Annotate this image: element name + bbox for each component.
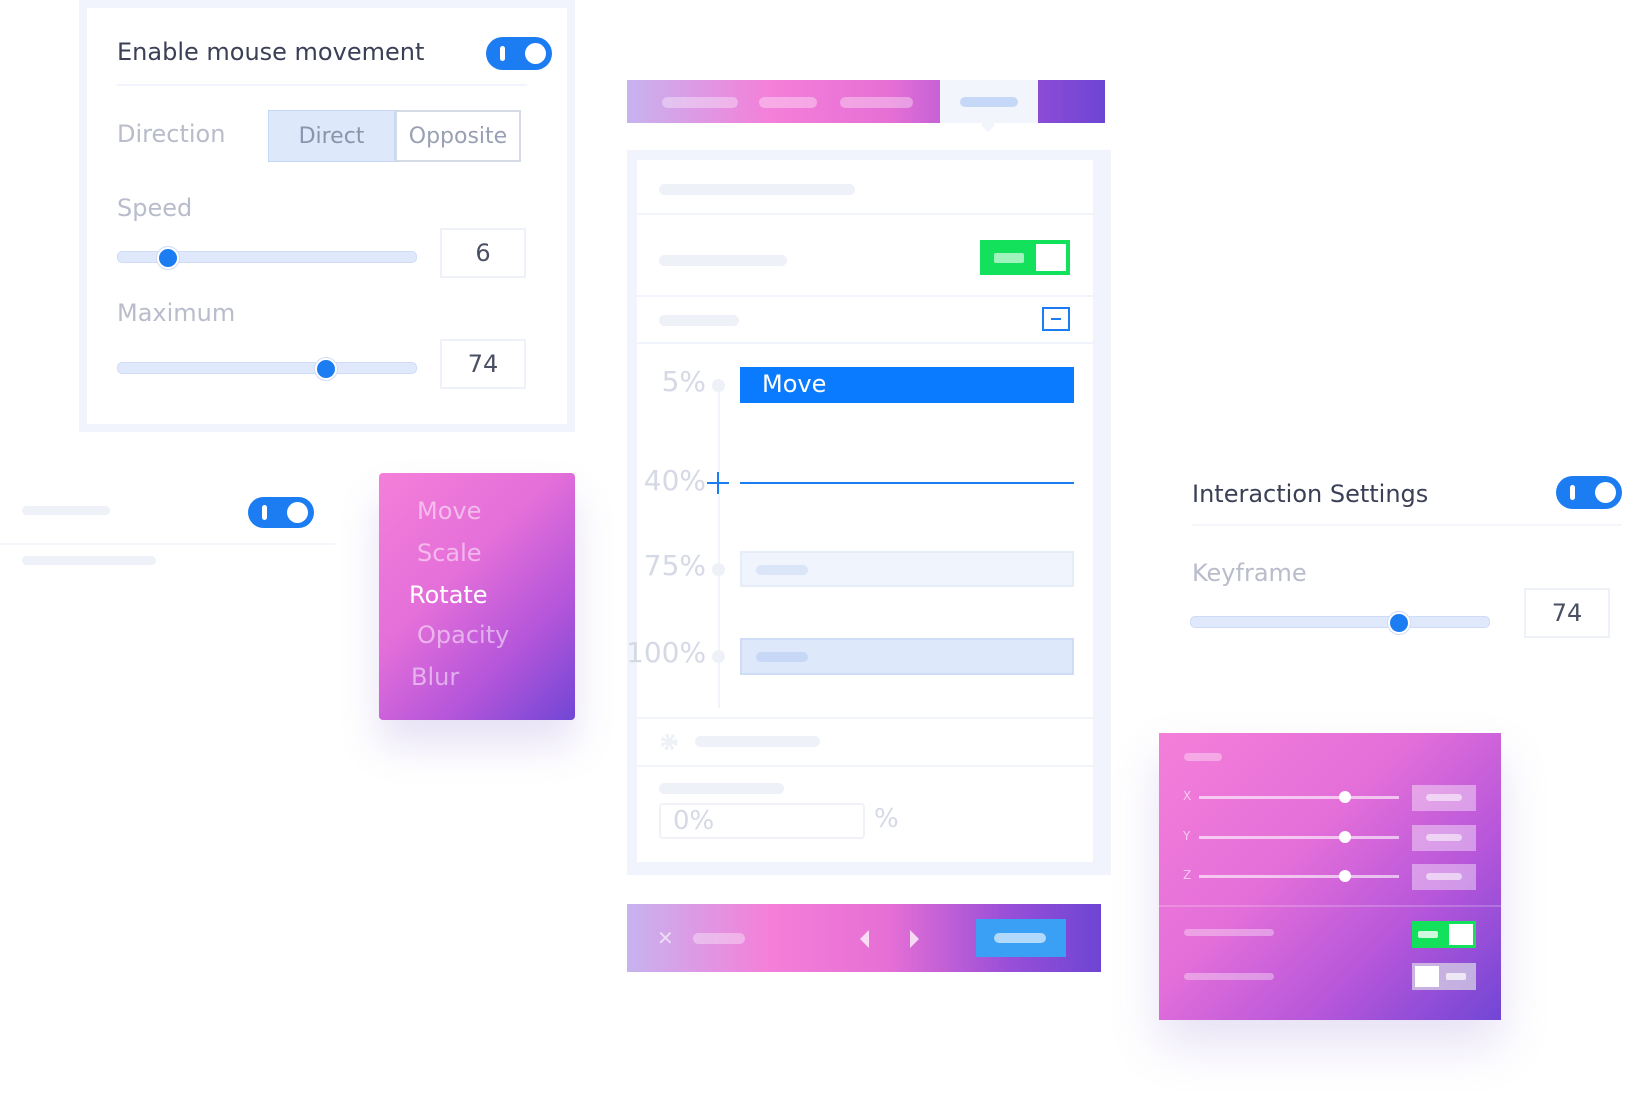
- menu-item-blur[interactable]: Blur: [411, 663, 459, 691]
- toolbar-placeholder: [693, 933, 745, 944]
- minus-square-icon[interactable]: [1042, 307, 1070, 331]
- speed-value-field[interactable]: 6: [440, 228, 526, 278]
- placeholder-line: [695, 736, 820, 747]
- gear-icon[interactable]: [659, 732, 679, 752]
- keyframe-percent: 75%: [643, 549, 706, 582]
- z-slider-handle[interactable]: [1339, 870, 1351, 882]
- close-icon[interactable]: ✕: [657, 926, 674, 950]
- keyframe-dot[interactable]: [712, 650, 725, 663]
- direction-direct-button[interactable]: Direct: [268, 110, 395, 162]
- keyframe-percent: 100%: [626, 636, 707, 669]
- top-tab-bar: [627, 80, 1105, 133]
- placeholder-line: [22, 556, 156, 565]
- placeholder-line: [659, 783, 784, 794]
- placeholder-line: [22, 506, 110, 515]
- direction-opposite-button[interactable]: Opposite: [395, 110, 521, 162]
- x-slider-track[interactable]: [1199, 796, 1399, 799]
- interaction-settings-title: Interaction Settings: [1192, 480, 1429, 508]
- x-slider-handle[interactable]: [1339, 791, 1351, 803]
- axis-label-y: Y: [1183, 829, 1191, 843]
- maximum-label: Maximum: [117, 299, 236, 327]
- mouse-movement-panel: Enable mouse movement Direction Direct O…: [79, 0, 575, 432]
- bottom-toolbar: ✕: [627, 904, 1101, 972]
- divider: [117, 84, 527, 86]
- placeholder-line: [659, 184, 855, 195]
- tab-placeholder[interactable]: [662, 97, 738, 108]
- x-value-field[interactable]: [1412, 785, 1476, 811]
- placeholder-line: [659, 315, 739, 326]
- keyframe-insert-line: [740, 482, 1074, 484]
- transform-panel: X Y Z: [1159, 733, 1501, 1020]
- percent-input[interactable]: 0%: [659, 803, 865, 839]
- placeholder-line: [1184, 929, 1274, 936]
- menu-item-opacity[interactable]: Opacity: [417, 621, 509, 649]
- speed-slider-handle[interactable]: [156, 247, 179, 269]
- keyframe-dot[interactable]: [712, 379, 725, 392]
- keyframe-move-label: Move: [762, 370, 827, 398]
- maximum-value-field[interactable]: 74: [440, 339, 526, 389]
- side-toggle[interactable]: [248, 497, 314, 528]
- axis-label-z: Z: [1183, 868, 1192, 882]
- interaction-settings-toggle[interactable]: [1556, 476, 1622, 509]
- axis-label-x: X: [1183, 789, 1192, 803]
- keyframe-percent: 5%: [661, 365, 706, 398]
- keyframe-percent: 40%: [643, 464, 706, 497]
- mouse-movement-toggle[interactable]: [486, 37, 552, 70]
- y-value-field[interactable]: [1412, 825, 1476, 851]
- chevron-right-icon[interactable]: [910, 930, 919, 948]
- maximum-slider-track[interactable]: [117, 362, 417, 374]
- keyframe-bar[interactable]: [740, 551, 1074, 587]
- menu-item-scale[interactable]: Scale: [417, 539, 482, 567]
- menu-item-move[interactable]: Move: [417, 497, 481, 525]
- divider: [1159, 905, 1501, 907]
- mouse-movement-title: Enable mouse movement: [117, 38, 425, 66]
- green-toggle[interactable]: [980, 240, 1070, 275]
- chevron-left-icon[interactable]: [860, 930, 869, 948]
- keyframe-dot[interactable]: [712, 563, 725, 576]
- z-value-field[interactable]: [1412, 864, 1476, 890]
- speed-label: Speed: [117, 194, 193, 222]
- toolbar-action-button[interactable]: [976, 919, 1066, 957]
- divider: [1192, 524, 1622, 526]
- keyframe-slider-handle[interactable]: [1387, 612, 1410, 634]
- active-tab[interactable]: [940, 80, 1038, 133]
- keyframe-move-bar[interactable]: Move: [740, 367, 1074, 403]
- keyframe-value-field[interactable]: 74: [1524, 588, 1610, 638]
- tab-placeholder[interactable]: [759, 97, 817, 108]
- xyz-green-toggle[interactable]: [1412, 921, 1476, 948]
- keyframe-slider-track[interactable]: [1190, 616, 1490, 628]
- z-slider-track[interactable]: [1199, 875, 1399, 878]
- y-slider-handle[interactable]: [1339, 831, 1351, 843]
- keyframe-bar[interactable]: [740, 638, 1074, 675]
- keyframes-panel: 5% Move 40% 75% 100% 0% %: [626, 150, 1111, 875]
- keyframe-label: Keyframe: [1192, 559, 1307, 587]
- tab-placeholder[interactable]: [840, 97, 913, 108]
- xyz-grey-toggle[interactable]: [1412, 963, 1476, 990]
- placeholder-line: [1184, 753, 1222, 761]
- placeholder-line: [659, 255, 787, 266]
- menu-item-rotate[interactable]: Rotate: [409, 581, 488, 609]
- direction-label: Direction: [117, 120, 226, 148]
- y-slider-track[interactable]: [1199, 836, 1399, 839]
- percent-unit: %: [874, 804, 899, 834]
- placeholder-line: [1184, 973, 1274, 980]
- divider: [0, 543, 335, 545]
- effect-menu: Move Scale Rotate Opacity Blur: [379, 473, 575, 720]
- maximum-slider-handle[interactable]: [314, 358, 337, 380]
